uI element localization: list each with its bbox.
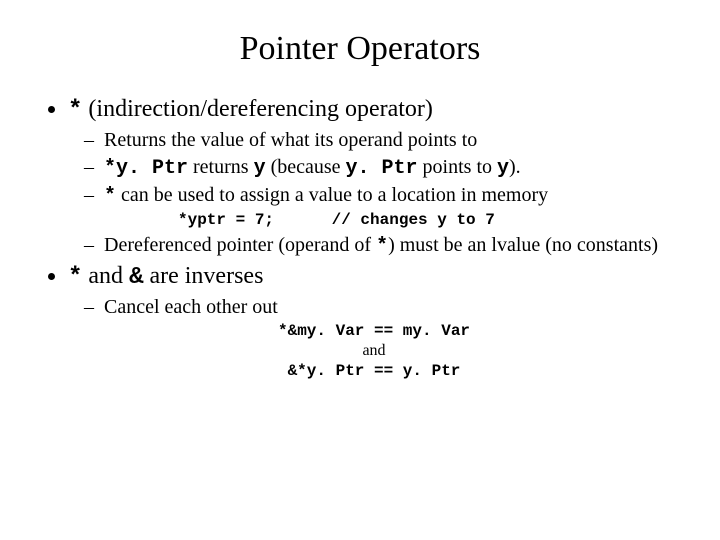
b1s3-t1: can be used to assign a value to a locat… [116, 184, 548, 206]
b1s2-c2: y [254, 157, 266, 180]
bullet-1-sublist: Returns the value of what its operand po… [68, 128, 680, 209]
b1s4-t2: ) must be an lvalue (no constants) [388, 234, 658, 256]
bullet-1-sub-2: *y. Ptr returns y (because y. Ptr points… [104, 155, 680, 181]
b1s4-c1: * [376, 235, 388, 258]
bullet-1-code: * [68, 97, 82, 124]
bullet-2-sublist: Cancel each other out [68, 295, 680, 320]
b1s3-c1: * [104, 185, 116, 208]
b1s2-t3: points to [418, 156, 497, 178]
b2-t2: are inverses [143, 263, 263, 289]
code-line-1-right: // changes y to 7 [332, 211, 495, 229]
slide-title: Pointer Operators [40, 30, 680, 68]
bullet-1-sub-1: Returns the value of what its operand po… [104, 128, 680, 153]
b1s4-t1: Dereferenced pointer (operand of [104, 234, 376, 256]
bullet-1-text: (indirection/dereferencing operator) [82, 96, 432, 122]
bullet-list-level1: * (indirection/dereferencing operator) R… [40, 96, 680, 380]
bullet-1-sublist-2: Dereferenced pointer (operand of *) must… [68, 233, 680, 259]
bullet-1-sub-4: Dereferenced pointer (operand of *) must… [104, 233, 680, 259]
b1s2-c1: *y. Ptr [104, 157, 188, 180]
b1s2-t1: returns [188, 156, 254, 178]
bullet-2: * and & are inverses Cancel each other o… [68, 263, 680, 380]
and-text: and [68, 342, 680, 360]
b1s2-t2: (because [266, 156, 346, 178]
b2-c2: & [129, 264, 143, 291]
code-line-2: *&my. Var == my. Var [68, 322, 680, 340]
bullet-1-sub-3: * can be used to assign a value to a loc… [104, 183, 680, 209]
b2-c1: * [68, 264, 82, 291]
bullet-1: * (indirection/dereferencing operator) R… [68, 96, 680, 259]
b1s2-c3: y. Ptr [346, 157, 418, 180]
code-line-1-left: *yptr = 7; [178, 211, 274, 229]
code-line-3: &*y. Ptr == y. Ptr [68, 362, 680, 380]
b2-t1: and [82, 263, 129, 289]
b1s2-t4: ). [509, 156, 521, 178]
bullet-2-sub-1: Cancel each other out [104, 295, 680, 320]
code-line-1: *yptr = 7; // changes y to 7 [178, 211, 680, 229]
b1s2-c4: y [497, 157, 509, 180]
